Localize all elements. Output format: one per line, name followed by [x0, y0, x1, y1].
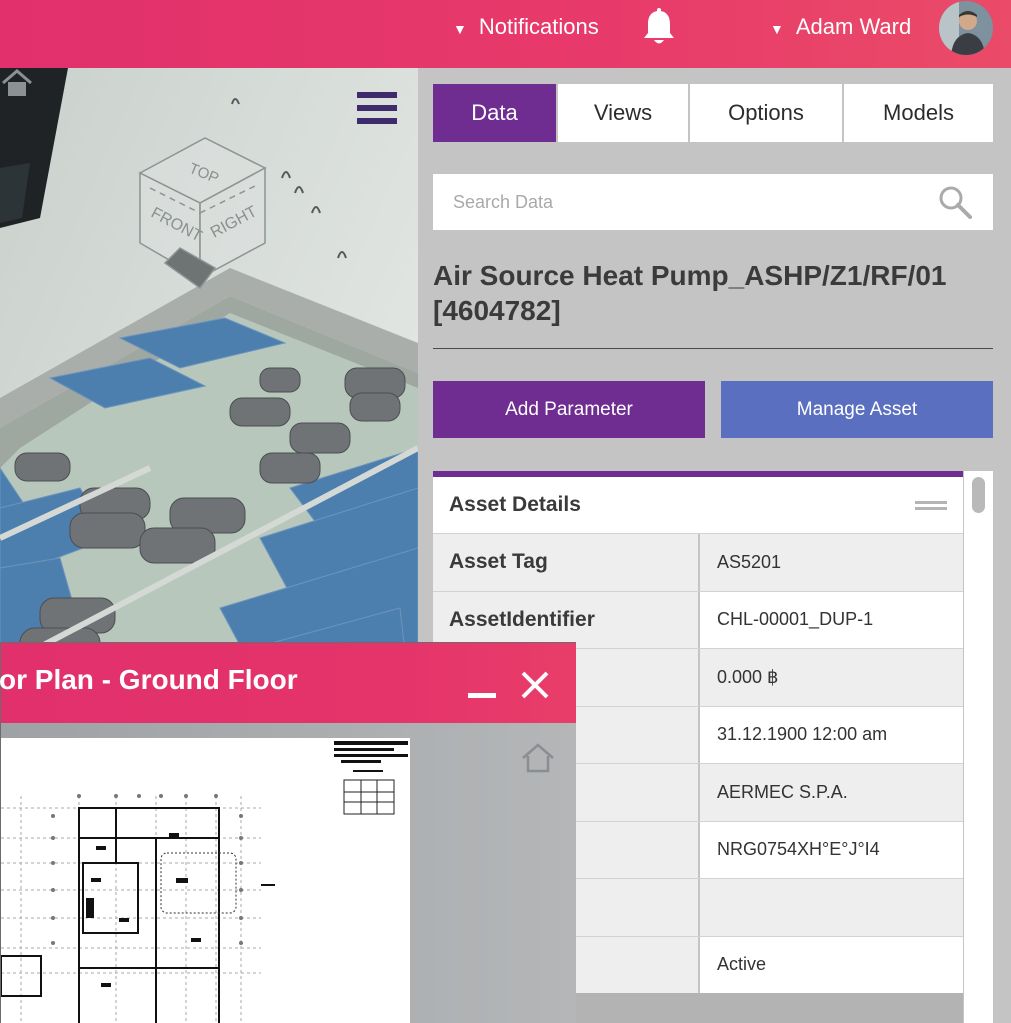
- tab-options[interactable]: Options: [690, 84, 842, 142]
- notifications-menu[interactable]: ▼ Notifications: [453, 12, 599, 42]
- row-value: 0.000 ฿: [700, 649, 963, 706]
- drag-handle-icon[interactable]: [915, 498, 947, 513]
- minimize-icon[interactable]: [468, 693, 496, 698]
- floorplan-title: or Plan - Ground Floor: [0, 664, 298, 695]
- tab-models[interactable]: Models: [844, 84, 993, 142]
- floorplan-titlebar[interactable]: or Plan - Ground Floor: [0, 643, 576, 723]
- floorplan-window[interactable]: or Plan - Ground Floor: [0, 642, 576, 1023]
- row-value: CHL-00001_DUP-1: [700, 591, 963, 648]
- floorplan-home-icon[interactable]: [520, 742, 556, 774]
- table-row: AssetIdentifier CHL-00001_DUP-1: [433, 590, 963, 648]
- details-scrollbar[interactable]: [964, 471, 993, 1023]
- user-menu[interactable]: ▼ Adam Ward: [770, 12, 911, 42]
- table-row: Asset Tag AS5201: [433, 533, 963, 591]
- search-input[interactable]: [453, 191, 937, 213]
- asset-title: Air Source Heat Pump_ASHP/Z1/RF/01 [4604…: [433, 260, 947, 326]
- add-parameter-button[interactable]: Add Parameter: [433, 381, 705, 438]
- row-value: 31.12.1900 12:00 am: [700, 706, 963, 763]
- asset-details-header[interactable]: Asset Details: [433, 471, 963, 533]
- asset-details-heading: Asset Details: [449, 493, 581, 516]
- caret-down-icon: ▼: [770, 21, 784, 37]
- scrollbar-thumb[interactable]: [972, 477, 985, 513]
- row-key: Asset Tag: [433, 534, 698, 591]
- manage-asset-button[interactable]: Manage Asset: [721, 381, 993, 438]
- top-bar: ▼ Notifications ▼ Adam Ward: [0, 0, 1011, 68]
- search-box: [433, 174, 993, 230]
- caret-down-icon: ▼: [453, 21, 467, 37]
- tab-data[interactable]: Data: [433, 84, 556, 142]
- row-key: AssetIdentifier: [433, 591, 698, 648]
- notifications-label: Notifications: [478, 14, 599, 39]
- row-value: Active: [700, 936, 963, 993]
- floorplan-sketch: [0, 738, 410, 1023]
- search-icon[interactable]: [937, 184, 973, 220]
- home-view-icon[interactable]: [0, 68, 34, 98]
- row-value: AS5201: [700, 534, 963, 591]
- close-icon[interactable]: [519, 669, 551, 701]
- row-value: AERMEC S.P.A.: [700, 764, 963, 821]
- panel-tabs: Data Views Options Models: [433, 84, 993, 142]
- divider: [433, 348, 993, 349]
- tab-views[interactable]: Views: [558, 84, 688, 142]
- floorplan-drawing[interactable]: [0, 738, 410, 1023]
- bell-icon[interactable]: [640, 8, 678, 48]
- user-name: Adam Ward: [795, 14, 912, 39]
- row-value: NRG0754XH°E°J°I4: [700, 821, 963, 878]
- row-value: [700, 879, 963, 936]
- avatar[interactable]: [939, 1, 993, 55]
- menu-icon[interactable]: [357, 92, 397, 126]
